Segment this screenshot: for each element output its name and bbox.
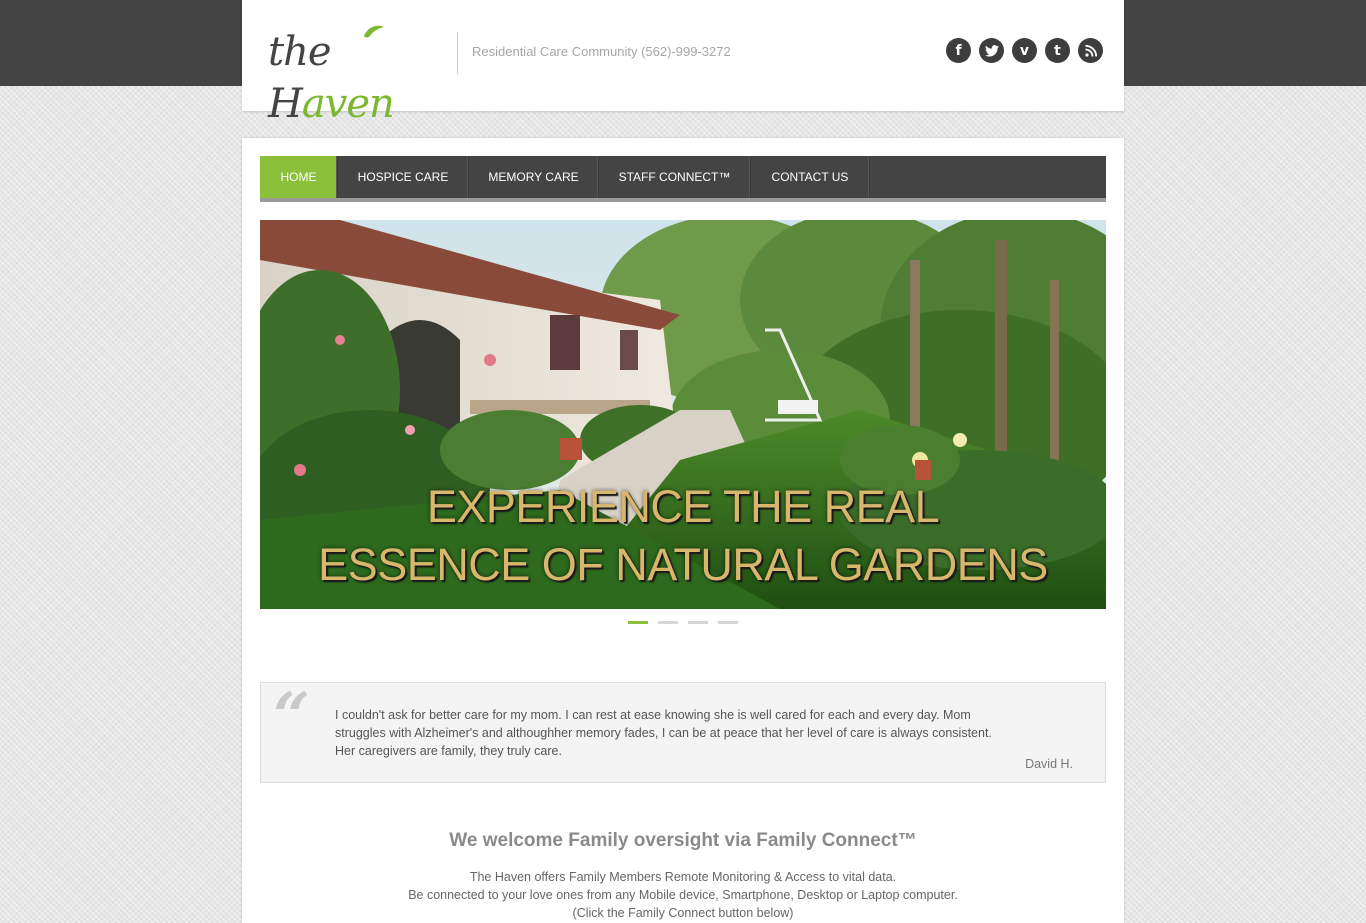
nav-staff-connect[interactable]: STAFF CONNECT™ xyxy=(599,156,751,198)
tagline: Residential Care Community (562)-999-327… xyxy=(472,44,731,59)
slide-caption-line2: ESSENCE OF NATURAL GARDENS xyxy=(318,539,1048,590)
nav-home[interactable]: HOME xyxy=(260,156,338,198)
nav-memory-care[interactable]: MEMORY CARE xyxy=(469,156,599,198)
nav-hospice-care[interactable]: HOSPICE CARE xyxy=(338,156,469,198)
welcome-line-3: (Click the Family Connect button below) xyxy=(572,906,794,920)
twitter-icon[interactable] xyxy=(979,38,1004,63)
welcome-section: We welcome Family oversight via Family C… xyxy=(260,830,1106,922)
rss-icon[interactable] xyxy=(1078,38,1103,63)
hero-slider[interactable]: EXPERIENCE THE REAL ESSENCE OF NATURAL G… xyxy=(260,220,1106,609)
leaf-icon xyxy=(364,25,384,38)
slider-dot-3[interactable] xyxy=(688,621,708,624)
site-logo[interactable]: the Haven xyxy=(268,25,438,127)
slide-caption-line1: EXPERIENCE THE REAL xyxy=(426,481,940,532)
testimonial-author: David H. xyxy=(1025,757,1073,771)
slider-dot-2[interactable] xyxy=(658,621,678,624)
slider-dot-4[interactable] xyxy=(718,621,738,624)
welcome-line-1: The Haven offers Family Members Remote M… xyxy=(469,870,897,884)
tumblr-icon[interactable]: t xyxy=(1045,38,1070,63)
slide-caption: EXPERIENCE THE REAL ESSENCE OF NATURAL G… xyxy=(260,478,1106,594)
header-divider xyxy=(457,32,458,74)
facebook-icon[interactable]: f xyxy=(946,38,971,63)
quote-icon: “ xyxy=(273,679,310,754)
logo-text: the Haven xyxy=(268,29,395,127)
slider-pagination xyxy=(628,621,738,624)
social-links: f v t xyxy=(946,38,1103,63)
slider-dot-1[interactable] xyxy=(628,621,648,624)
vimeo-icon[interactable]: v xyxy=(1012,38,1037,63)
welcome-line-2: Be connected to your love ones from any … xyxy=(408,888,958,902)
welcome-title: We welcome Family oversight via Family C… xyxy=(449,830,917,851)
nav-contact-us[interactable]: CONTACT US xyxy=(751,156,870,198)
testimonial-quote: I couldn't ask for better care for my mo… xyxy=(335,708,992,758)
testimonial-box: “ I couldn't ask for better care for my … xyxy=(260,682,1106,783)
main-nav: HOME HOSPICE CARE MEMORY CARE STAFF CONN… xyxy=(260,156,1106,202)
